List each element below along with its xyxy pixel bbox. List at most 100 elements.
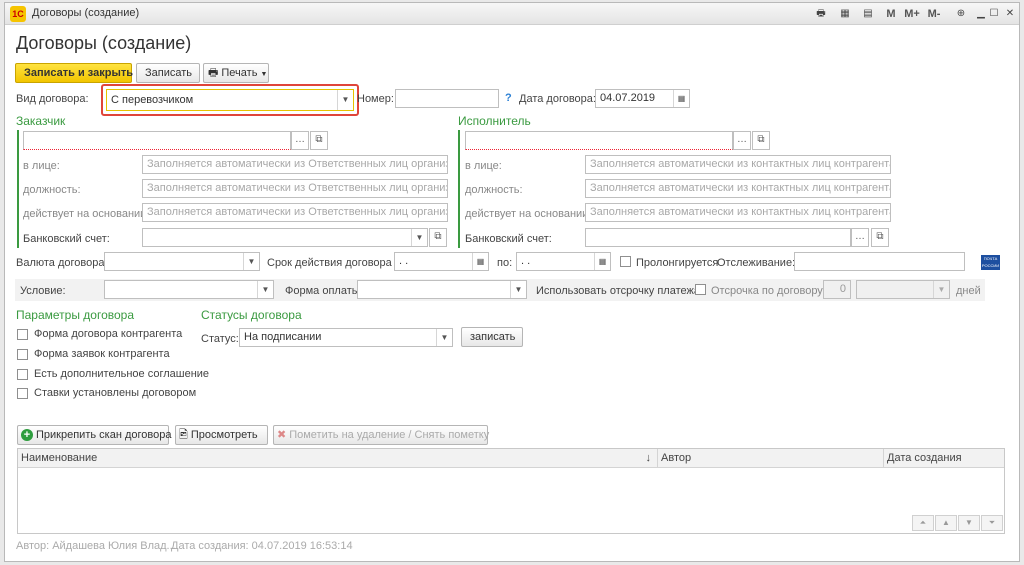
chevron-down-icon[interactable]: ▼ xyxy=(436,329,452,346)
contract-type-label: Вид договора: xyxy=(16,93,89,105)
view-button[interactable]: 🖻 Просмотреть xyxy=(175,425,268,445)
move-up-icon[interactable]: ▲ xyxy=(935,515,957,531)
currency-select[interactable]: ▼ xyxy=(104,252,260,271)
status-value: На подписании xyxy=(244,331,322,343)
attach-scan-button[interactable]: + Прикрепить скан договора xyxy=(17,425,172,445)
printer-icon[interactable]: 🖶 xyxy=(813,6,829,22)
status-save-button[interactable]: записать xyxy=(461,327,523,347)
chevron-down-icon[interactable]: ▼ xyxy=(411,229,427,246)
customer-basis-input[interactable]: Заполняется автоматически из Ответственн… xyxy=(142,203,448,222)
number-label: Номер: xyxy=(357,93,394,105)
payment-select[interactable]: ▼ xyxy=(357,280,527,299)
param-label-1: Форма заявок контрагента xyxy=(34,348,170,360)
customer-bank-label: Банковский счет: xyxy=(23,233,110,245)
calendar-icon[interactable]: ▦ xyxy=(673,90,689,107)
executor-bank-select-button[interactable]: … xyxy=(851,228,869,247)
deferral-days-input[interactable]: 0 xyxy=(823,280,851,299)
chevron-down-icon[interactable]: ▼ xyxy=(257,281,273,298)
deferral-label: Использовать отсрочку платежа: xyxy=(536,285,704,297)
executor-basis-label: действует на основании: xyxy=(465,208,592,220)
attach-scan-label: Прикрепить скан договора xyxy=(36,429,172,441)
calendar-icon[interactable]: ▦ xyxy=(472,253,488,270)
customer-open-icon[interactable]: ⧉ xyxy=(310,131,328,150)
customer-person-input[interactable]: Заполняется автоматически из Ответственн… xyxy=(142,155,448,174)
printer-icon: 🖶 xyxy=(208,67,219,79)
files-table[interactable]: Наименование ↓ Автор Дата создания xyxy=(17,448,1005,534)
prolong-label: Пролонгируется xyxy=(636,257,719,269)
memory-m-button[interactable]: M xyxy=(883,6,899,22)
customer-bank-select[interactable]: ▼ xyxy=(142,228,428,247)
calendar-icon[interactable]: ▤ xyxy=(860,6,876,22)
customer-bank-open-icon[interactable]: ⧉ xyxy=(429,228,447,247)
validity-from-input[interactable]: . . ▦ xyxy=(394,252,489,271)
maximize-icon[interactable]: ☐ xyxy=(986,6,1002,22)
customer-position-input[interactable]: Заполняется автоматически из Ответственн… xyxy=(142,179,448,198)
executor-position-input[interactable]: Заполняется автоматически из контактных … xyxy=(585,179,891,198)
params-section-title: Параметры договора xyxy=(16,308,135,322)
tracking-input[interactable] xyxy=(794,252,965,271)
close-icon[interactable]: ✕ xyxy=(1002,6,1018,22)
executor-person-label: в лице: xyxy=(465,160,502,172)
customer-basis-label: действует на основании: xyxy=(23,208,150,220)
footer-created: Дата создания: 04.07.2019 16:53:14 xyxy=(171,540,353,552)
validity-to-input[interactable]: . . ▦ xyxy=(516,252,611,271)
statuses-section-title: Статусы договора xyxy=(201,308,302,322)
date-label: Дата договора: xyxy=(519,93,596,105)
executor-bank-input[interactable] xyxy=(585,228,851,247)
number-input[interactable] xyxy=(395,89,499,108)
param-checkbox-0[interactable] xyxy=(17,329,28,340)
help-icon[interactable]: ? xyxy=(505,92,512,104)
memory-minus-button[interactable]: M- xyxy=(924,6,944,22)
param-checkbox-3[interactable] xyxy=(17,388,28,399)
move-last-icon[interactable]: ⏷ xyxy=(981,515,1003,531)
status-select[interactable]: На подписании ▼ xyxy=(239,328,453,347)
param-label-0: Форма договора контрагента xyxy=(34,328,183,340)
memory-plus-button[interactable]: M+ xyxy=(902,6,922,22)
prolong-checkbox[interactable] xyxy=(620,256,631,267)
executor-open-icon[interactable]: ⧉ xyxy=(752,131,770,150)
deferral-checkbox[interactable] xyxy=(695,284,706,295)
chevron-down-icon[interactable]: ▼ xyxy=(337,90,353,110)
customer-section-title: Заказчик xyxy=(16,114,66,128)
calendar-icon[interactable]: ▦ xyxy=(594,253,610,270)
executor-bank-open-icon[interactable]: ⧉ xyxy=(871,228,889,247)
mark-delete-button[interactable]: ✖ Пометить на удаление / Снять пометку xyxy=(273,425,490,445)
executor-section-bar xyxy=(458,130,460,248)
executor-person-input[interactable]: Заполняется автоматически из контактных … xyxy=(585,155,891,174)
delete-mark-icon: ✖ xyxy=(277,429,287,441)
move-down-icon[interactable]: ▼ xyxy=(958,515,980,531)
param-checkbox-2[interactable] xyxy=(17,369,28,380)
executor-basis-input[interactable]: Заполняется автоматически из контактных … xyxy=(585,203,891,222)
add-circle-icon: + xyxy=(21,429,33,441)
customer-select-button[interactable]: … xyxy=(291,131,309,150)
executor-select-button[interactable]: … xyxy=(733,131,751,150)
date-value: 04.07.2019 xyxy=(600,92,656,104)
column-header-name[interactable]: Наименование ↓ xyxy=(18,449,658,468)
deferral-unit-select[interactable]: ▼ xyxy=(856,280,950,299)
app-logo-icon: 1С xyxy=(10,6,26,22)
mark-delete-label: Пометить на удаление / Снять пометку xyxy=(289,429,490,441)
view-label: Просмотреть xyxy=(190,429,258,441)
contract-type-select[interactable]: С перевозчиком ▼ xyxy=(106,89,354,111)
move-first-icon[interactable]: ⏶ xyxy=(912,515,934,531)
condition-select[interactable]: ▼ xyxy=(104,280,274,299)
payment-label: Форма оплаты: xyxy=(285,285,363,297)
column-header-author[interactable]: Автор xyxy=(658,449,884,468)
executor-input[interactable] xyxy=(465,131,733,150)
date-input[interactable]: 04.07.2019 ▦ xyxy=(595,89,690,108)
spreadsheet-icon[interactable]: ▦ xyxy=(837,6,853,22)
customer-input[interactable] xyxy=(23,131,291,150)
chevron-down-icon[interactable]: ▼ xyxy=(933,281,949,298)
zoom-icon[interactable]: ⊕ xyxy=(953,6,969,22)
chevron-down-icon[interactable]: ▼ xyxy=(510,281,526,298)
chevron-down-icon[interactable]: ▼ xyxy=(243,253,259,270)
title-bar: 1С Договоры (создание) 🖶 ▦ ▤ M M+ M- ⊕ ▁… xyxy=(5,3,1019,25)
save-and-close-button[interactable]: Записать и закрыть xyxy=(15,63,133,83)
save-button[interactable]: Записать xyxy=(136,63,200,83)
pochta-logo[interactable]: ПОЧТА РОССИИ xyxy=(981,255,1000,270)
print-button[interactable]: 🖶 Печать ▼ xyxy=(203,63,269,83)
column-header-created[interactable]: Дата создания xyxy=(884,449,1004,468)
param-checkbox-1[interactable] xyxy=(17,349,28,360)
executor-section-title: Исполнитель xyxy=(458,114,531,128)
validity-label: Срок действия договора с: xyxy=(267,257,404,269)
